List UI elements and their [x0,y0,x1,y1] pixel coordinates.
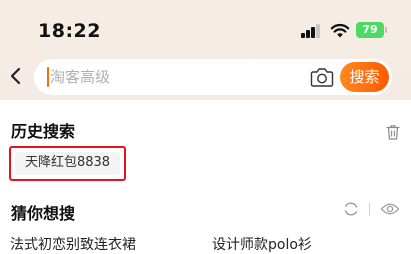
trash-icon[interactable] [386,124,400,140]
history-item-highlight[interactable]: 天降红包8838 [9,146,126,181]
text-cursor [47,67,49,87]
back-arrow-icon[interactable] [9,66,23,86]
history-item[interactable]: 天降红包8838 [15,152,120,175]
search-input[interactable]: 淘客高级 [50,67,110,87]
search-button[interactable]: 搜索 [340,62,389,92]
battery-indicator: 79 [356,22,387,38]
guess-title: 猜你想搜 [11,204,76,223]
divider [369,203,370,216]
camera-icon[interactable] [310,66,334,88]
history-item-label: 天降红包8838 [24,155,111,170]
suggestion-item[interactable]: 设计师款polo衫 [212,234,312,254]
wifi-icon [330,23,350,38]
cellular-signal-icon [301,24,323,38]
suggestion-item[interactable]: 法式初恋别致连衣裙 [10,234,136,254]
history-title: 历史搜索 [11,122,76,141]
refresh-icon[interactable] [343,201,359,217]
eye-icon[interactable] [380,202,400,216]
status-time: 18:22 [38,20,101,42]
search-bar[interactable]: 淘客高级 搜索 [34,59,392,95]
status-bar: 18:22 79 [0,0,411,56]
